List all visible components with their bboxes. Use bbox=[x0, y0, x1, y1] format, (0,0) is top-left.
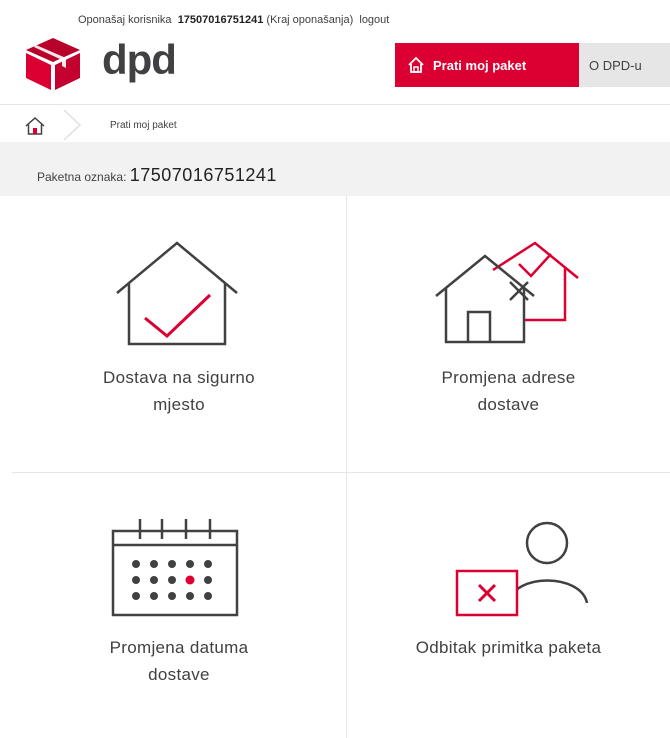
refuse-parcel-icon bbox=[455, 521, 589, 617]
dpd-wordmark: dpd bbox=[102, 36, 177, 83]
header-divider bbox=[0, 104, 670, 105]
dpd-cube-icon bbox=[26, 38, 80, 90]
breadcrumb-chevron-icon bbox=[63, 109, 82, 141]
house-change-icon bbox=[435, 241, 579, 344]
parcel-label: Paketna oznaka: bbox=[37, 170, 127, 184]
impersonation-line: Oponašaj korisnika 17507016751241 (Kraj … bbox=[78, 14, 389, 26]
logout-link[interactable]: logout bbox=[359, 14, 389, 26]
home-icon bbox=[408, 56, 424, 73]
option-change-address-line2: dostave bbox=[477, 395, 540, 414]
breadcrumb: Prati moj paket bbox=[0, 108, 670, 142]
nav-about-label: O DPD-u bbox=[589, 57, 642, 73]
option-change-address[interactable]: Promjena adrese dostave bbox=[347, 196, 670, 473]
option-refuse-parcel[interactable]: Odbitak primitka paketa bbox=[347, 473, 670, 738]
impersonation-bar: Oponašaj korisnika 17507016751241 (Kraj … bbox=[0, 0, 670, 34]
options-grid: Dostava na sigurno mjesto Promjena adres… bbox=[12, 196, 670, 738]
option-safe-place[interactable]: Dostava na sigurno mjesto bbox=[12, 196, 347, 473]
calendar-icon bbox=[111, 519, 239, 617]
house-check-icon bbox=[116, 241, 238, 346]
option-change-date-line1: Promjena datuma bbox=[109, 638, 249, 657]
parcel-info: Paketna oznaka: 17507016751241 bbox=[37, 165, 277, 186]
option-refuse-parcel-line1: Odbitak primitka paketa bbox=[415, 638, 602, 657]
option-safe-place-line2: mjesto bbox=[153, 395, 205, 414]
option-safe-place-line1: Dostava na sigurno bbox=[103, 368, 255, 387]
nav-about-dpd[interactable]: O DPD-u bbox=[579, 43, 670, 87]
nav-track-label: Prati moj paket bbox=[433, 57, 527, 73]
impersonate-label: Oponašaj korisnika bbox=[78, 14, 172, 26]
end-impersonation-link[interactable]: (Kraj oponašanja) bbox=[266, 14, 353, 26]
breadcrumb-current: Prati moj paket bbox=[110, 120, 177, 131]
option-change-date[interactable]: Promjena datuma dostave bbox=[12, 473, 347, 738]
option-change-address-line1: Promjena adrese bbox=[441, 368, 576, 387]
dpd-logo[interactable]: dpd bbox=[22, 36, 222, 90]
nav-track-parcel[interactable]: Prati moj paket bbox=[395, 43, 579, 87]
breadcrumb-home-icon[interactable] bbox=[24, 116, 46, 136]
impersonated-user-id: 17507016751241 bbox=[177, 14, 264, 26]
option-change-date-line2: dostave bbox=[148, 665, 210, 684]
parcel-number: 17507016751241 bbox=[129, 165, 277, 185]
